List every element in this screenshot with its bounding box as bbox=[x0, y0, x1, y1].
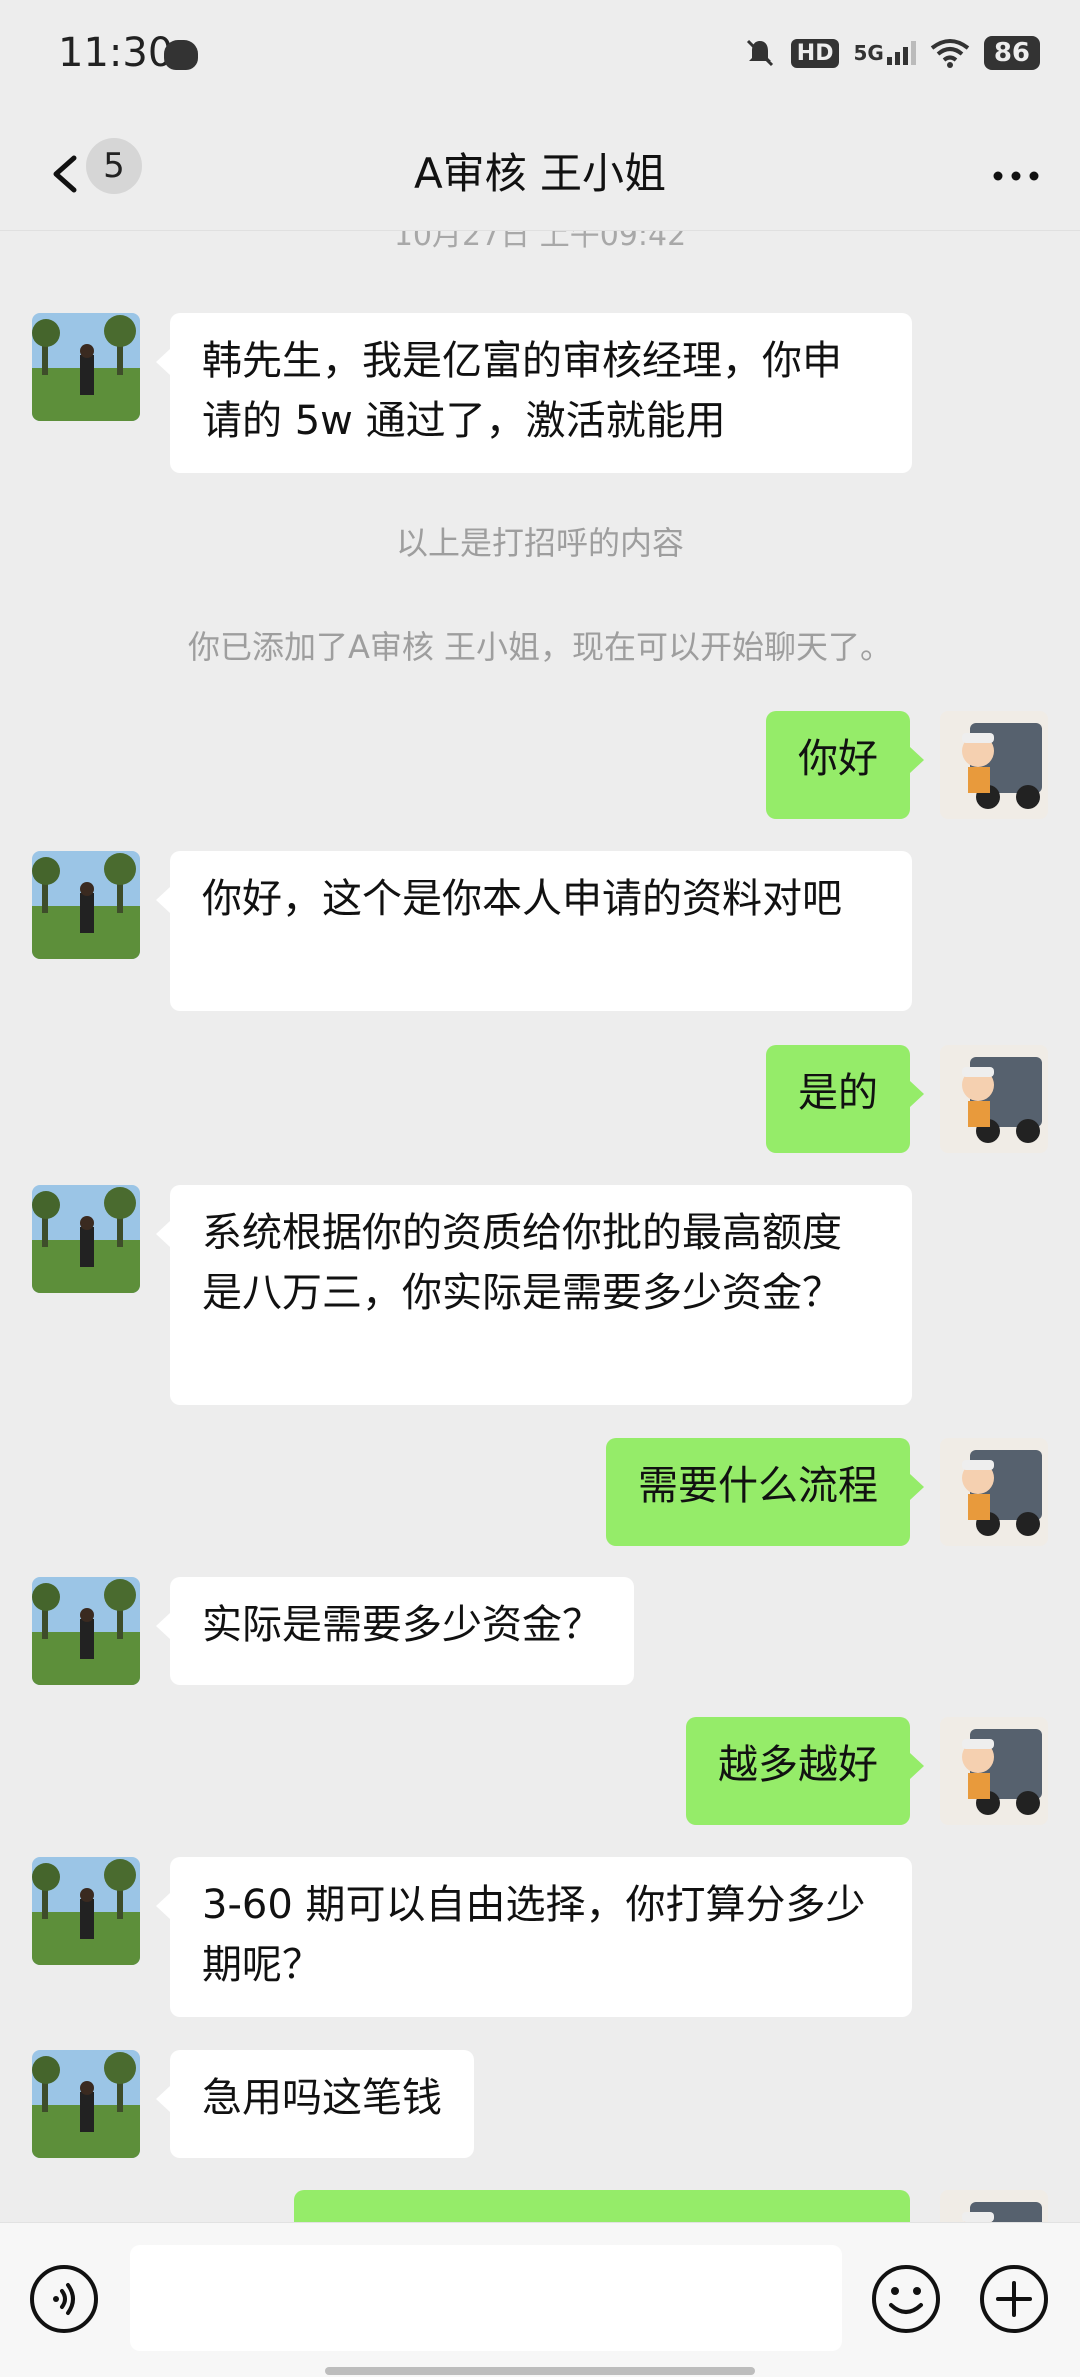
avatar-image bbox=[32, 2050, 140, 2158]
chat-title: A审核 王小姐 bbox=[413, 149, 667, 198]
avatar-image bbox=[32, 1857, 140, 1965]
home-indicator bbox=[325, 2367, 755, 2375]
sent-message[interactable]: 需要什么流程 bbox=[606, 1438, 924, 1546]
status-time: 11:30 bbox=[58, 30, 174, 76]
sent-message[interactable]: 是的 bbox=[766, 1045, 924, 1153]
voice-icon[interactable] bbox=[28, 2263, 100, 2335]
avatar-image bbox=[940, 1045, 1048, 1153]
emoji-icon[interactable] bbox=[870, 2263, 942, 2335]
contact-avatar[interactable] bbox=[32, 1857, 140, 1965]
plus-icon[interactable] bbox=[978, 2263, 1050, 2335]
avatar-image bbox=[32, 313, 140, 421]
avatar-image bbox=[940, 1438, 1048, 1546]
battery-icon: 86 bbox=[983, 36, 1040, 70]
message-input[interactable] bbox=[130, 2245, 842, 2351]
system-message: 以上是打招呼的内容 bbox=[395, 524, 684, 562]
user-avatar[interactable] bbox=[940, 711, 1048, 819]
received-message[interactable]: 你好，这个是你本人申请的资料对吧 bbox=[156, 851, 912, 1011]
status-bar: 11:30 HD 5G 86 bbox=[0, 0, 1080, 120]
wifi-icon bbox=[930, 39, 970, 68]
input-bar bbox=[0, 2222, 1080, 2377]
user-avatar[interactable] bbox=[940, 1717, 1048, 1825]
contact-avatar[interactable] bbox=[32, 1577, 140, 1685]
network-type-label: 5G bbox=[853, 41, 884, 65]
avatar-image bbox=[32, 1185, 140, 1293]
contact-avatar[interactable] bbox=[32, 2050, 140, 2158]
hd-icon: HD bbox=[790, 38, 840, 68]
system-message: 你已添加了A审核 王小姐，现在可以开始聊天了。 bbox=[187, 628, 893, 666]
more-icon[interactable] bbox=[986, 146, 1046, 206]
received-message[interactable]: 实际是需要多少资金？ bbox=[156, 1577, 634, 1685]
contact-avatar[interactable] bbox=[32, 851, 140, 959]
user-avatar[interactable] bbox=[940, 1438, 1048, 1546]
received-message[interactable]: 3-60 期可以自由选择，你打算分多少期呢？ bbox=[156, 1857, 912, 2017]
mute-bell-icon bbox=[746, 39, 773, 67]
received-message[interactable]: 急用吗这笔钱 bbox=[156, 2050, 474, 2158]
avatar-image bbox=[32, 1577, 140, 1685]
avatar-image bbox=[940, 711, 1048, 819]
sent-message[interactable]: 你好 bbox=[766, 711, 924, 819]
sent-message[interactable]: 越多越好 bbox=[686, 1717, 924, 1825]
avatar-image bbox=[32, 851, 140, 959]
received-message[interactable]: 韩先生，我是亿富的审核经理，你申请的 5w 通过了，激活就能用 bbox=[156, 313, 912, 473]
avatar-image bbox=[940, 1717, 1048, 1825]
cat-icon bbox=[164, 40, 198, 70]
signal-5g-icon: 5G bbox=[853, 41, 916, 65]
user-avatar[interactable] bbox=[940, 1045, 1048, 1153]
status-icons: HD 5G 86 bbox=[743, 36, 1040, 70]
contact-avatar[interactable] bbox=[32, 313, 140, 421]
received-message[interactable]: 系统根据你的资质给你批的最高额度是八万三，你实际是需要多少资金？ bbox=[156, 1185, 912, 1405]
chat-header: 5 A审核 王小姐 bbox=[0, 120, 1080, 231]
contact-avatar[interactable] bbox=[32, 1185, 140, 1293]
